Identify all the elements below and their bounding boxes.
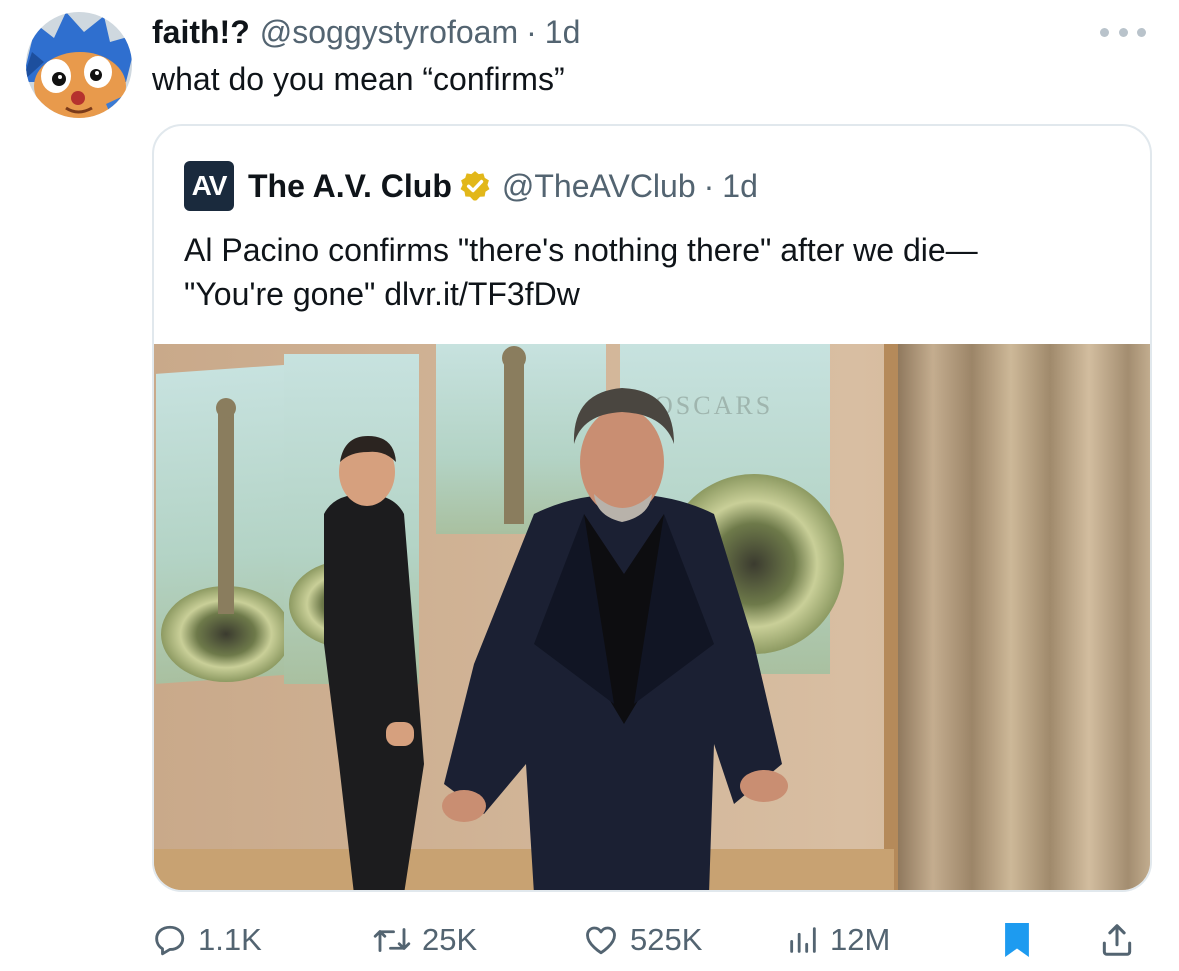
reply-text: what do you mean “confirms”	[152, 61, 565, 97]
quoted-separator: ·	[703, 167, 715, 204]
oscars-sign-text: OSCARS	[654, 391, 773, 420]
more-dot	[1118, 27, 1128, 37]
retweet-icon	[373, 928, 411, 952]
views-icon	[790, 927, 816, 953]
stage-floor	[154, 849, 894, 890]
views-button[interactable]: 12M	[786, 912, 890, 968]
share-icon	[1102, 924, 1132, 956]
like-button[interactable]: 525K	[582, 912, 702, 968]
quoted-text-line2: "You're gone" dlvr.it/TF3fDw	[184, 276, 580, 312]
curtain-edge	[884, 344, 898, 890]
like-count: 525K	[630, 922, 703, 957]
reply-avatar[interactable]	[26, 12, 132, 118]
quoted-header: AV The A.V. Club @TheAVClub · 1d	[184, 161, 758, 211]
blue-hedgehog-avatar-icon	[26, 12, 132, 118]
reply-count: 1.1K	[198, 922, 262, 957]
bookmark-button[interactable]	[1000, 912, 1034, 968]
bookmark-icon	[1005, 923, 1029, 957]
reply-button[interactable]: 1.1K	[152, 912, 262, 968]
more-dot	[1137, 27, 1146, 37]
views-count: 12M	[830, 922, 891, 957]
quoted-text-line1: Al Pacino confirms "there's nothing ther…	[184, 232, 978, 268]
av-club-logo[interactable]: AV	[184, 161, 234, 211]
gold-verified-badge-icon	[460, 171, 490, 201]
retweet-count: 25K	[422, 922, 478, 957]
quoted-handle[interactable]: @TheAVClub	[502, 168, 696, 205]
reply-icon	[155, 925, 185, 956]
more-dots-icon	[1100, 27, 1109, 37]
quoted-timestamp[interactable]: 1d	[722, 168, 758, 205]
reply-handle[interactable]: @soggystyrofoam	[260, 12, 518, 52]
quoted-text: Al Pacino confirms "there's nothing ther…	[184, 228, 1134, 316]
heart-icon	[586, 926, 616, 955]
quoted-tweet-card[interactable]: AV The A.V. Club @TheAVClub · 1d Al Paci…	[152, 124, 1152, 892]
reply-separator: ·	[526, 14, 537, 50]
reply-header: faith!? @soggystyrofoam · 1d	[152, 12, 580, 52]
quoted-media-image[interactable]: OSCARS	[154, 344, 1150, 890]
reply-display-name[interactable]: faith!?	[152, 12, 250, 52]
share-button[interactable]	[1098, 912, 1136, 968]
tweet-actions-bar: 1.1K 25K 525K 12M	[0, 912, 1179, 968]
reply-tweet: faith!? @soggystyrofoam · 1d what do you…	[0, 0, 1179, 971]
reply-timestamp[interactable]: 1d	[545, 12, 581, 52]
stage-photo: OSCARS	[154, 344, 1150, 890]
quoted-display-name[interactable]: The A.V. Club	[248, 168, 452, 205]
curtain	[894, 344, 1150, 890]
oscar-panel-left	[156, 364, 296, 684]
retweet-button[interactable]: 25K	[372, 912, 477, 968]
more-options-button[interactable]	[1100, 20, 1146, 44]
